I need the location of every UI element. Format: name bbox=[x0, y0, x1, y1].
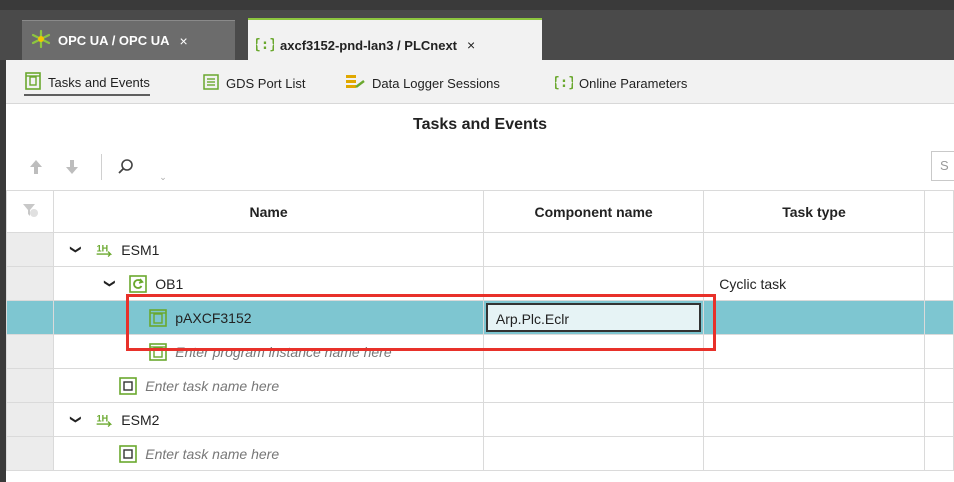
row-task-type[interactable] bbox=[703, 368, 925, 403]
row-task-type[interactable] bbox=[703, 402, 925, 437]
program-instance-icon bbox=[149, 308, 168, 327]
row-component[interactable] bbox=[482, 402, 705, 437]
search-input[interactable]: S bbox=[931, 151, 954, 181]
row-name: OB1 bbox=[155, 275, 184, 292]
table-row[interactable]: ❯ OB1 Cyclic task bbox=[5, 266, 954, 301]
table-row[interactable]: Enter task name here bbox=[5, 436, 954, 471]
table-row[interactable]: Enter task name here bbox=[5, 368, 954, 403]
svg-text:1H: 1H bbox=[97, 413, 109, 423]
search-icon[interactable] bbox=[116, 156, 136, 178]
row-component[interactable] bbox=[482, 368, 705, 403]
title-strip bbox=[0, 0, 954, 10]
component-name-input[interactable]: Arp.Plc.Eclr bbox=[485, 303, 702, 332]
program-instance-icon bbox=[149, 342, 168, 361]
tasks-icon bbox=[24, 71, 42, 94]
row-name-placeholder[interactable]: Enter task name here bbox=[145, 446, 279, 462]
cyclic-task-icon bbox=[129, 274, 148, 293]
column-header-name[interactable]: Name bbox=[53, 190, 484, 233]
column-header-extra[interactable] bbox=[923, 190, 954, 233]
filter-column-header[interactable] bbox=[5, 190, 55, 233]
tab-opcua[interactable]: OPC UA / OPC UA × bbox=[22, 20, 235, 60]
svg-text:1H: 1H bbox=[97, 243, 109, 253]
column-header-task-type[interactable]: Task type bbox=[703, 190, 925, 233]
tab-opcua-label: OPC UA / OPC UA bbox=[58, 33, 170, 48]
subtab-gds-port-list[interactable]: GDS Port List bbox=[202, 70, 305, 96]
row-name-placeholder[interactable]: Enter task name here bbox=[145, 378, 279, 394]
esm-icon: 1H bbox=[95, 241, 113, 259]
panel-title: Tasks and Events bbox=[413, 116, 547, 133]
svg-text:{:}: {:} bbox=[256, 37, 274, 53]
row-task-type[interactable] bbox=[703, 232, 925, 267]
plcnext-brace-icon: {:} bbox=[252, 35, 277, 56]
editor-sub-tabs: Tasks and Events GDS Port List Data Logg… bbox=[0, 60, 954, 104]
row-task-type[interactable] bbox=[703, 436, 925, 471]
column-header-component[interactable]: Component name bbox=[482, 190, 705, 233]
chevron-down-icon[interactable]: ❯ bbox=[70, 243, 83, 257]
table-row-selected[interactable]: pAXCF3152 Arp.Plc.Eclr bbox=[5, 300, 954, 335]
row-name: pAXCF3152 bbox=[175, 309, 252, 326]
row-task-type[interactable] bbox=[703, 300, 925, 335]
row-component[interactable] bbox=[482, 232, 705, 267]
toolbar-separator bbox=[101, 154, 102, 180]
row-name: ESM2 bbox=[121, 411, 160, 428]
row-component[interactable] bbox=[482, 334, 705, 369]
filter-clear-icon bbox=[23, 204, 39, 217]
chevron-down-icon[interactable]: ⌄ bbox=[158, 166, 168, 188]
row-name-placeholder[interactable]: Enter program instance name here bbox=[175, 344, 391, 360]
close-icon[interactable]: × bbox=[179, 33, 187, 49]
move-down-icon[interactable] bbox=[62, 156, 82, 178]
component-name-editor[interactable]: Arp.Plc.Eclr bbox=[482, 300, 705, 335]
row-component[interactable] bbox=[482, 436, 705, 471]
table-row[interactable]: ❯ 1H ESM2 bbox=[5, 402, 954, 437]
subtab-data-logger-sessions[interactable]: Data Logger Sessions bbox=[344, 70, 500, 96]
subtab-label: Data Logger Sessions bbox=[372, 75, 500, 91]
subtab-label: GDS Port List bbox=[226, 75, 306, 91]
row-task-type[interactable]: Cyclic task bbox=[703, 266, 925, 301]
svg-text:{:}: {:} bbox=[555, 75, 573, 91]
datalogger-icon bbox=[344, 73, 366, 94]
subtab-online-parameters[interactable]: {:} Online Parameters bbox=[551, 70, 688, 96]
tasks-grid: Name Component name Task type ❯ 1H ESM1 … bbox=[5, 190, 954, 471]
list-icon bbox=[202, 73, 220, 94]
opcua-star-icon bbox=[30, 29, 52, 52]
task-icon bbox=[119, 376, 138, 395]
row-task-type[interactable] bbox=[703, 334, 925, 369]
esm-icon: 1H bbox=[95, 411, 113, 429]
subtab-label: Online Parameters bbox=[579, 75, 688, 91]
close-icon[interactable]: × bbox=[467, 37, 475, 53]
row-component[interactable] bbox=[482, 266, 705, 301]
tab-plcnext-label: axcf3152-pnd-lan3 / PLCnext bbox=[280, 37, 457, 53]
grid-toolbar: ⌄ S bbox=[6, 148, 954, 188]
table-row[interactable]: ❯ 1H ESM1 bbox=[5, 232, 954, 267]
row-name: ESM1 bbox=[121, 241, 160, 258]
window-tab-bar: OPC UA / OPC UA × {:} axcf3152-pnd-lan3 … bbox=[0, 10, 954, 70]
task-icon bbox=[119, 444, 138, 463]
header-row: Name Component name Task type bbox=[5, 190, 954, 233]
chevron-down-icon[interactable]: ❯ bbox=[104, 277, 117, 291]
chevron-down-icon[interactable]: ❯ bbox=[70, 413, 83, 427]
table-row[interactable]: Enter program instance name here bbox=[5, 334, 954, 369]
move-up-icon[interactable] bbox=[26, 156, 46, 178]
subtab-tasks-and-events[interactable]: Tasks and Events bbox=[24, 70, 150, 96]
online-params-icon: {:} bbox=[551, 73, 576, 94]
subtab-label: Tasks and Events bbox=[48, 74, 150, 90]
